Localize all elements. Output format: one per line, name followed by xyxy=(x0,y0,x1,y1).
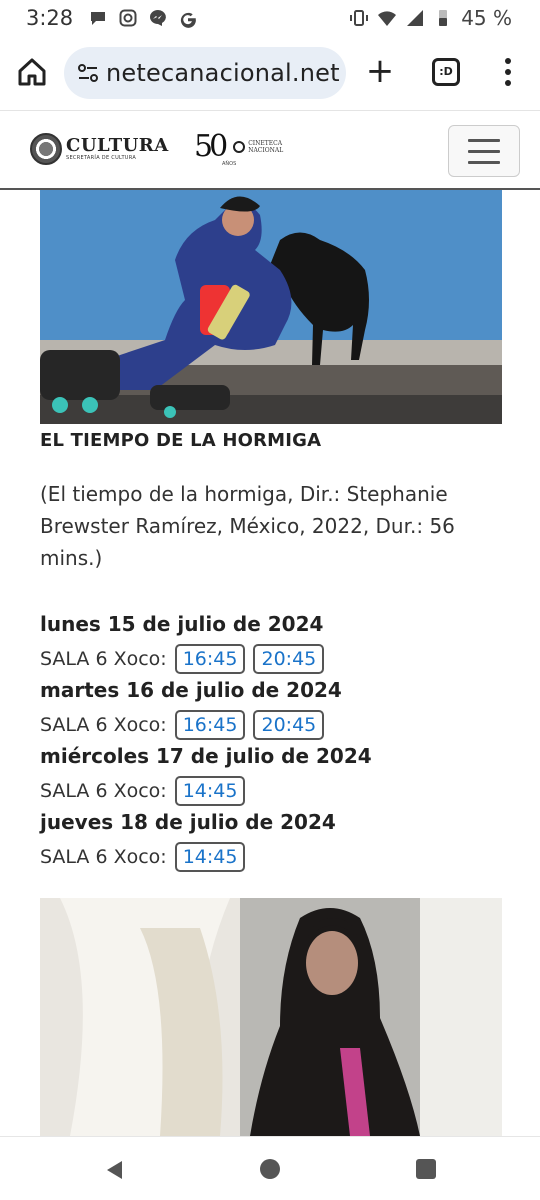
battery-percent: 45 % xyxy=(461,6,512,30)
status-bar: 3:28 45 % xyxy=(0,0,540,38)
room-label: SALA 6 Xoco: xyxy=(40,780,167,802)
cultura-logo-text: CULTURA xyxy=(66,135,169,156)
schedule-day: miércoles 17 de julio de 2024 SALA 6 Xoc… xyxy=(40,742,510,808)
film-title[interactable]: EL TIEMPO DE LA HORMIGA xyxy=(40,430,321,451)
cultura-logo[interactable]: CULTURA SECRETARÍA DE CULTURA xyxy=(30,133,169,165)
browser-menu-button[interactable] xyxy=(496,56,520,92)
day-heading: jueves 18 de julio de 2024 xyxy=(40,810,336,834)
address-bar[interactable]: netecanacional.net xyxy=(64,47,346,99)
film-info: (El tiempo de la hormiga, Dir.: Stephani… xyxy=(40,482,455,570)
showtime-button[interactable]: 14:45 xyxy=(174,842,246,872)
cineteca-icon xyxy=(233,141,246,153)
battery-icon xyxy=(439,10,448,26)
mexico-seal-icon xyxy=(30,133,62,165)
showtime-button[interactable]: 20:45 xyxy=(253,644,325,674)
showtime-button[interactable]: 16:45 xyxy=(174,710,246,740)
chat-bubble-icon xyxy=(91,12,105,25)
next-film-still-image[interactable] xyxy=(40,898,502,1136)
cineteca-nacional-text: CINETECA NACIONAL xyxy=(248,140,284,154)
schedule-day: martes 16 de julio de 2024 SALA 6 Xoco: … xyxy=(40,676,510,742)
day-heading: miércoles 17 de julio de 2024 xyxy=(40,744,372,768)
slot-row: SALA 6 Xoco: 14:45 xyxy=(40,774,510,808)
recents-icon[interactable] xyxy=(416,1159,436,1179)
slot-row: SALA 6 Xoco: 16:45 20:45 xyxy=(40,642,510,676)
showtime-button[interactable]: 20:45 xyxy=(253,710,325,740)
screening-schedule: lunes 15 de julio de 2024 SALA 6 Xoco: 1… xyxy=(40,610,510,874)
schedule-day: jueves 18 de julio de 2024 SALA 6 Xoco: … xyxy=(40,808,510,874)
home-icon[interactable] xyxy=(14,54,50,90)
messenger-icon xyxy=(150,10,166,26)
system-status: 45 % xyxy=(349,6,512,30)
url-text[interactable]: netecanacional.net xyxy=(106,59,340,87)
tab-switcher-button[interactable]: :D xyxy=(432,58,460,86)
fifty-years-mark: 50 xyxy=(194,129,228,164)
slot-row: SALA 6 Xoco: 14:45 xyxy=(40,840,510,874)
status-time: 3:28 xyxy=(26,6,74,30)
film-still-image[interactable] xyxy=(40,190,502,424)
schedule-day: lunes 15 de julio de 2024 SALA 6 Xoco: 1… xyxy=(40,610,510,676)
anos-text: AÑOS xyxy=(222,161,237,167)
day-heading: lunes 15 de julio de 2024 xyxy=(40,612,324,636)
site-settings-icon[interactable] xyxy=(76,61,100,85)
day-heading: martes 16 de julio de 2024 xyxy=(40,678,342,702)
vibrate-icon xyxy=(350,10,369,26)
room-label: SALA 6 Xoco: xyxy=(40,648,167,670)
hamburger-menu-button[interactable] xyxy=(448,125,520,177)
site-header: CULTURA SECRETARÍA DE CULTURA 50 AÑOS CI… xyxy=(0,110,540,190)
slot-row: SALA 6 Xoco: 16:45 20:45 xyxy=(40,708,510,742)
wifi-icon xyxy=(378,11,397,26)
page-content: EL TIEMPO DE LA HORMIGA (El tiempo de la… xyxy=(0,190,540,1136)
new-tab-button[interactable]: + xyxy=(364,54,396,90)
google-icon xyxy=(180,12,196,28)
room-label: SALA 6 Xoco: xyxy=(40,714,167,736)
back-icon[interactable] xyxy=(104,1159,124,1181)
showtime-button[interactable]: 14:45 xyxy=(174,776,246,806)
home-nav-icon[interactable] xyxy=(260,1159,280,1179)
cineteca-50-logo[interactable]: 50 AÑOS CINETECA NACIONAL xyxy=(194,129,284,168)
signal-icon xyxy=(407,10,424,26)
android-nav-bar xyxy=(0,1136,540,1200)
notification-icons xyxy=(88,8,198,28)
room-label: SALA 6 Xoco: xyxy=(40,846,167,868)
browser-toolbar: netecanacional.net + :D xyxy=(0,38,540,110)
showtime-button[interactable]: 16:45 xyxy=(174,644,246,674)
instagram-icon xyxy=(119,9,137,27)
